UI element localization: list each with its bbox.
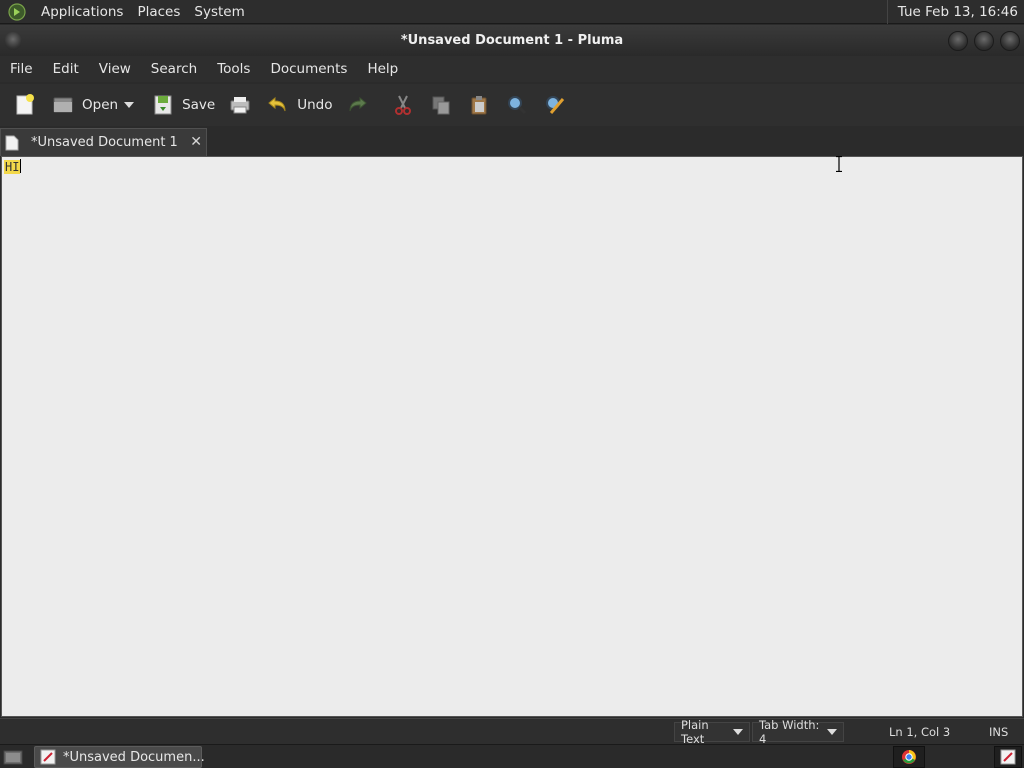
document-tab-label: *Unsaved Document 1	[31, 135, 178, 150]
insert-mode: INS	[989, 725, 1009, 739]
save-label: Save	[182, 97, 216, 113]
clock[interactable]: Tue Feb 13, 16:46	[886, 0, 1018, 24]
save-button[interactable]: Save	[146, 88, 219, 122]
pluma-app-icon	[39, 748, 57, 766]
window-title: *Unsaved Document 1 - Pluma	[400, 33, 624, 48]
undo-button[interactable]: Undo	[261, 88, 336, 122]
print-button[interactable]	[223, 88, 257, 122]
new-document-icon	[12, 92, 38, 118]
new-document-button[interactable]	[8, 88, 42, 122]
open-label: Open	[82, 97, 119, 113]
bottom-panel: *Unsaved Documen...	[0, 744, 1024, 768]
printer-icon	[227, 92, 253, 118]
editor-text: HI	[4, 160, 21, 174]
menu-help[interactable]: Help	[357, 56, 408, 82]
menu-tools[interactable]: Tools	[207, 56, 260, 82]
menu-search[interactable]: Search	[141, 56, 207, 82]
taskbar-window-label: *Unsaved Documen...	[63, 749, 205, 765]
open-recent-dropdown[interactable]	[124, 88, 142, 122]
menu-view[interactable]: View	[89, 56, 141, 82]
cursor-position: Ln 1, Col 3	[889, 725, 951, 739]
applications-menu[interactable]: Applications	[34, 0, 130, 24]
editor-line[interactable]: HI	[4, 159, 22, 175]
close-window-button[interactable]	[1000, 31, 1020, 51]
places-menu[interactable]: Places	[130, 0, 187, 24]
document-tab[interactable]: *Unsaved Document 1 ✕	[0, 128, 207, 156]
chevron-down-icon	[124, 102, 135, 108]
menubar: File Edit View Search Tools Documents He…	[0, 56, 1024, 82]
ibeam-cursor-icon	[836, 156, 842, 172]
statusbar: Plain Text Tab Width: 4 Ln 1, Col 3 INS	[0, 718, 1024, 746]
clipboard-icon	[466, 92, 492, 118]
minimize-button[interactable]	[948, 31, 968, 51]
cut-button[interactable]	[386, 88, 420, 122]
open-button[interactable]: Open	[46, 88, 122, 122]
chevron-down-icon	[733, 729, 743, 735]
window-menu-button[interactable]	[4, 32, 22, 50]
copy-icon	[428, 92, 454, 118]
close-icon[interactable]: ✕	[190, 134, 202, 150]
undo-icon	[265, 92, 291, 118]
magnifier-icon	[504, 92, 530, 118]
tab-width-selector[interactable]: Tab Width: 4	[752, 718, 844, 746]
redo-icon	[344, 92, 370, 118]
taskbar-window-button[interactable]: *Unsaved Documen...	[34, 746, 205, 768]
top-panel: Applications Places System Tue Feb 13, 1…	[0, 0, 1024, 24]
find-replace-icon	[542, 92, 568, 118]
open-folder-icon	[50, 92, 76, 118]
maximize-button[interactable]	[974, 31, 994, 51]
chrome-icon[interactable]	[893, 746, 925, 768]
redo-button[interactable]	[340, 88, 374, 122]
menu-file[interactable]: File	[0, 56, 43, 82]
notes-applet-icon[interactable]	[994, 746, 1022, 768]
document-tabs: *Unsaved Document 1 ✕	[0, 126, 1024, 156]
undo-label: Undo	[297, 97, 333, 113]
show-desktop-icon[interactable]	[3, 748, 23, 766]
text-file-icon	[5, 135, 19, 151]
mate-logo-icon[interactable]	[6, 1, 28, 23]
system-menu[interactable]: System	[187, 0, 251, 24]
copy-button[interactable]	[424, 88, 458, 122]
text-editor-area[interactable]: HI	[1, 156, 1023, 717]
menu-edit[interactable]: Edit	[43, 56, 89, 82]
find-button[interactable]	[500, 88, 534, 122]
paste-button[interactable]	[462, 88, 496, 122]
window-titlebar[interactable]: *Unsaved Document 1 - Pluma	[0, 25, 1024, 56]
find-replace-button[interactable]	[538, 88, 572, 122]
menu-documents[interactable]: Documents	[260, 56, 357, 82]
save-icon	[150, 92, 176, 118]
language-selector[interactable]: Plain Text	[674, 718, 750, 746]
text-caret	[20, 159, 22, 173]
toolbar: Open Save Undo	[0, 84, 1024, 126]
tab-width-label: Tab Width: 4	[759, 718, 820, 746]
scissors-icon	[390, 92, 416, 118]
language-label: Plain Text	[681, 718, 709, 746]
chevron-down-icon	[827, 729, 837, 735]
